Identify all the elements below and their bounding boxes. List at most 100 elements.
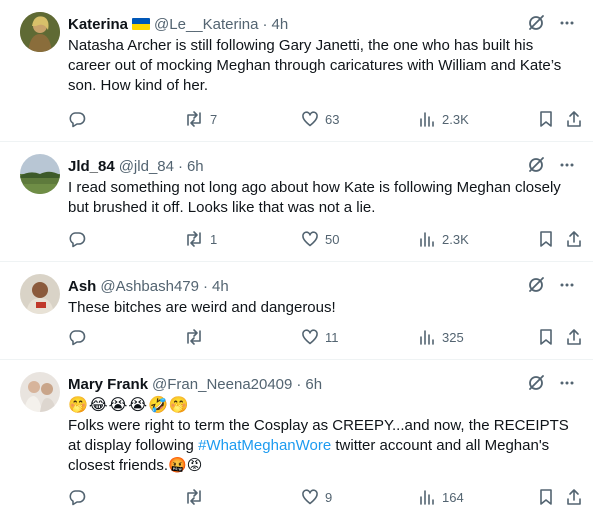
reply-icon	[69, 330, 86, 346]
display-name[interactable]: Ash	[68, 278, 96, 295]
bookmark-button[interactable]	[537, 488, 555, 506]
display-name[interactable]: Katerina	[68, 16, 128, 33]
reply-button[interactable]	[68, 328, 86, 346]
share-icon	[567, 111, 581, 127]
views-button[interactable]: 325	[418, 328, 464, 346]
timestamp[interactable]: 4h	[212, 278, 229, 295]
tweet-actions: 1 50 2.3K	[68, 230, 581, 250]
retweet-button[interactable]: 1	[184, 230, 217, 248]
timestamp[interactable]: 4h	[272, 16, 289, 33]
reply-button[interactable]	[68, 488, 86, 506]
timestamp[interactable]: 6h	[187, 158, 204, 175]
avatar[interactable]	[20, 12, 60, 52]
display-name[interactable]: Jld_84	[68, 158, 115, 175]
share-icon	[567, 329, 581, 345]
more-icon[interactable]	[559, 157, 575, 173]
tweet-header: Mary Frank @Fran_Neena20409 · 6h	[68, 374, 322, 394]
views-button[interactable]: 164	[418, 488, 464, 506]
like-button[interactable]: 9	[301, 488, 332, 506]
bookmark-button[interactable]	[537, 328, 555, 346]
retweet-icon	[187, 231, 201, 247]
bookmark-icon	[540, 489, 552, 505]
more-icon[interactable]	[559, 375, 575, 391]
tweet-header: Jld_84 @jld_84 · 6h	[68, 156, 204, 176]
retweet-count: 1	[210, 231, 218, 247]
views-count: 2.3K	[442, 231, 469, 247]
tweet[interactable]: Jld_84 @jld_84 · 6h I read something not…	[0, 142, 593, 262]
share-button[interactable]	[565, 488, 583, 506]
avatar-image	[20, 372, 60, 412]
views-count: 325	[442, 329, 464, 345]
tweet-text: I read something not long ago about how …	[68, 179, 561, 216]
views-icon	[420, 112, 434, 127]
avatar[interactable]	[20, 372, 60, 412]
timestamp[interactable]: 6h	[305, 376, 322, 393]
retweet-button[interactable]	[184, 328, 204, 346]
tweet[interactable]: Ash @Ashbash479 · 4h These bitches are w…	[0, 262, 593, 360]
views-icon	[420, 490, 434, 505]
tweet[interactable]: Mary Frank @Fran_Neena20409 · 6h 🤭😂😭😭🤣🤭 …	[0, 360, 593, 515]
reply-icon	[69, 232, 86, 248]
share-button[interactable]	[565, 230, 583, 248]
retweet-button[interactable]: 7	[184, 110, 217, 128]
like-button[interactable]: 50	[301, 230, 339, 248]
user-handle[interactable]: @Fran_Neena20409	[152, 376, 292, 393]
avatar-image	[20, 274, 60, 314]
grok-icon[interactable]	[527, 374, 545, 392]
more-icon[interactable]	[559, 277, 575, 293]
user-handle[interactable]: @Ashbash479	[100, 278, 199, 295]
bookmark-icon	[540, 329, 552, 345]
separator-dot: ·	[202, 277, 208, 295]
views-count: 2.3K	[442, 111, 469, 127]
share-button[interactable]	[565, 328, 583, 346]
retweet-count: 7	[210, 111, 218, 127]
grok-icon[interactable]	[527, 156, 545, 174]
user-handle[interactable]: @Le__Katerina	[154, 16, 258, 33]
like-count: 11	[325, 329, 339, 345]
reply-button[interactable]	[68, 110, 86, 128]
like-count: 63	[325, 111, 340, 127]
bookmark-icon	[540, 231, 552, 247]
retweet-button[interactable]	[184, 488, 204, 506]
views-icon	[420, 330, 434, 345]
more-icon[interactable]	[559, 15, 575, 31]
tweet-text: These bitches are weird and dangerous!	[68, 299, 336, 316]
grok-icon[interactable]	[527, 276, 545, 294]
separator-dot: ·	[262, 15, 268, 33]
reply-icon	[69, 490, 86, 506]
avatar[interactable]	[20, 154, 60, 194]
bookmark-button[interactable]	[537, 230, 555, 248]
display-name[interactable]: Mary Frank	[68, 376, 148, 393]
like-icon	[302, 231, 318, 247]
bookmark-button[interactable]	[537, 110, 555, 128]
reply-icon	[69, 112, 86, 128]
like-icon	[302, 489, 318, 505]
tweet-actions: 11 325	[68, 328, 581, 348]
emoji-line: 🤭😂😭😭🤣🤭	[68, 397, 190, 414]
ukraine-flag-icon	[132, 18, 151, 30]
share-icon	[567, 489, 581, 505]
reply-button[interactable]	[68, 230, 86, 248]
like-icon	[302, 111, 318, 127]
like-button[interactable]: 63	[301, 110, 339, 128]
share-icon	[567, 231, 581, 247]
avatar-image	[20, 12, 60, 52]
retweet-icon	[187, 111, 201, 127]
like-button[interactable]: 11	[301, 328, 339, 346]
tweet-text: Natasha Archer is still following Gary J…	[68, 37, 562, 94]
grok-icon[interactable]	[527, 14, 545, 32]
avatar-image	[20, 154, 60, 194]
views-button[interactable]: 2.3K	[418, 230, 469, 248]
views-button[interactable]: 2.3K	[418, 110, 469, 128]
user-handle[interactable]: @jld_84	[119, 158, 174, 175]
tweet-header: Katerina @Le__Katerina · 4h	[68, 14, 288, 34]
avatar[interactable]	[20, 274, 60, 314]
tweet[interactable]: Katerina @Le__Katerina · 4h Natasha Arch…	[0, 0, 593, 142]
share-button[interactable]	[565, 110, 583, 128]
tweet-actions: 7 63 2.3K	[68, 110, 581, 130]
retweet-icon	[187, 489, 201, 505]
separator-dot: ·	[177, 157, 183, 175]
views-icon	[420, 232, 434, 247]
hashtag-link[interactable]: #WhatMeghanWore	[198, 437, 331, 454]
like-icon	[302, 329, 318, 345]
